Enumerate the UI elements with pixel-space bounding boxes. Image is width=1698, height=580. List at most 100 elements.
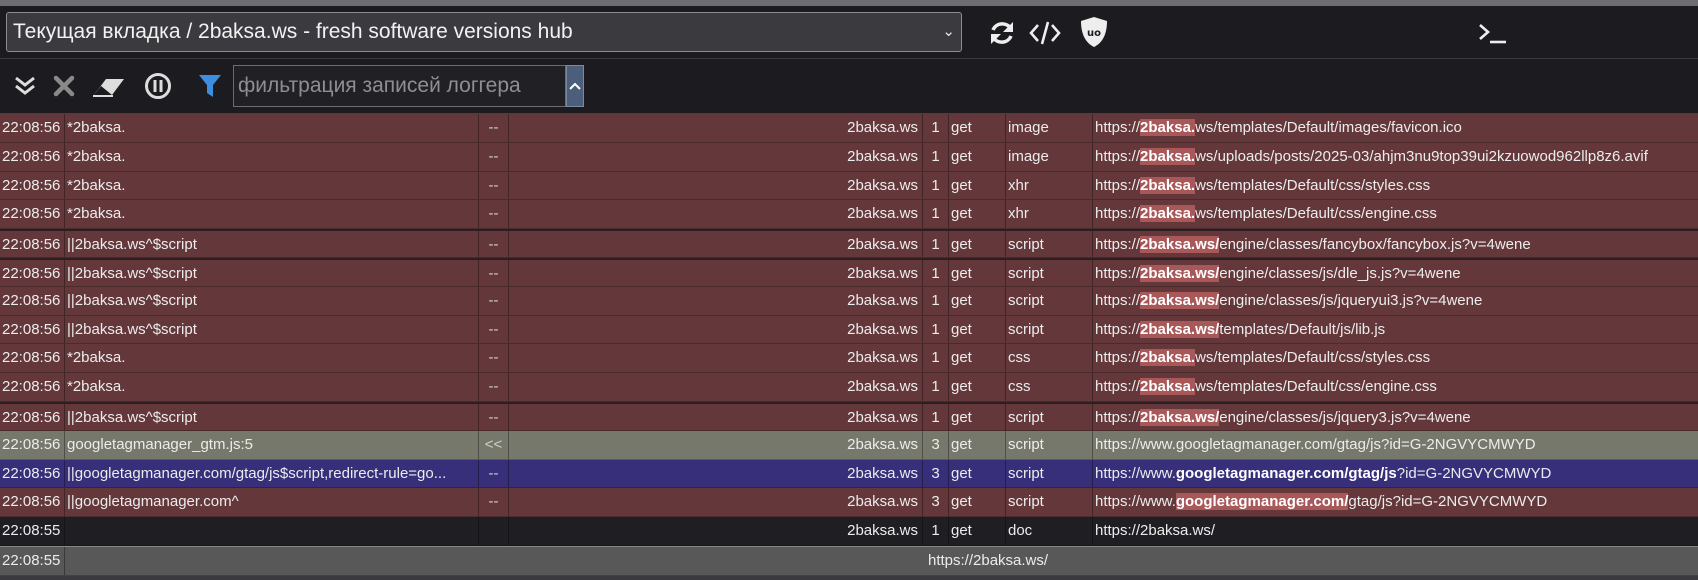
log-context: 2baksa.ws xyxy=(508,373,922,401)
log-context: 2baksa.ws xyxy=(508,403,922,430)
reload-icon[interactable] xyxy=(985,16,1019,50)
url-prefix: https:// xyxy=(1095,119,1141,136)
log-method: get xyxy=(948,459,1005,488)
log-flag: -- xyxy=(478,373,508,401)
log-context: 2baksa.ws xyxy=(508,231,922,257)
log-party: 1 xyxy=(922,373,948,401)
log-flag: -- xyxy=(478,114,508,142)
log-row[interactable]: 22:08:56 *2baksa. -- 2baksa.ws 1 get image http… xyxy=(0,142,1698,172)
url-match-highlight: 2baksa. xyxy=(1140,119,1196,136)
log-row[interactable]: 22:08:56 *2baksa. -- 2baksa.ws 1 get xhr https:… xyxy=(0,200,1698,230)
url-suffix: templates/Default/js/lib.js xyxy=(1219,320,1386,338)
log-row[interactable]: 22:08:56 *2baksa. -- 2baksa.ws 1 get css https:… xyxy=(0,373,1698,402)
log-time: 22:08:56 xyxy=(2,435,61,453)
log-flag: << xyxy=(478,430,508,459)
url-match-highlight: googletagmanager.com/ xyxy=(1175,493,1349,511)
log-url: https://www.googletagmanager.com/gtag/js… xyxy=(1092,488,1698,517)
url-prefix: https:// xyxy=(1095,205,1141,223)
log-url: https://2baksa.ws/engine/classes/js/dle_… xyxy=(1092,259,1698,286)
log-party: 1 xyxy=(922,142,948,171)
log-party: 1 xyxy=(922,259,948,286)
log-url: https://2baksa.ws/templates/Default/css/… xyxy=(1092,200,1698,229)
log-method: get xyxy=(948,403,1005,430)
log-row[interactable]: 22:08:56 *2baksa. -- 2baksa.ws 1 get image http… xyxy=(0,114,1698,143)
log-row[interactable]: 22:08:56 ||2baksa.ws^$script -- 2baksa.ws 1 g… xyxy=(0,401,1698,431)
log-row[interactable]: 22:08:56 ||2baksa.ws^$script -- 2baksa.ws 1 g… xyxy=(0,286,1698,316)
log-party: 1 xyxy=(922,286,948,315)
log-row[interactable]: 22:08:55 2baksa.ws 1 get doc https://2baksa.w… xyxy=(0,517,1698,546)
log-method: get xyxy=(948,200,1005,229)
log-party: 1 xyxy=(922,315,948,344)
log-time: 22:08:56 xyxy=(2,408,61,426)
url-prefix: https://www. xyxy=(1095,493,1176,511)
eraser-icon[interactable] xyxy=(90,71,128,101)
log-method: get xyxy=(948,344,1005,373)
url-match-highlight: 2baksa. xyxy=(1140,205,1196,223)
log-filter: *2baksa. xyxy=(64,373,478,401)
url-prefix: https:// xyxy=(1095,236,1141,254)
log-row[interactable]: 22:08:56 ||2baksa.ws^$script -- 2baksa.ws 1 g… xyxy=(0,257,1698,287)
log-filter: ||2baksa.ws^$script xyxy=(64,231,478,257)
log-context: 2baksa.ws xyxy=(508,315,922,344)
log-context: 2baksa.ws xyxy=(508,488,922,517)
navigation-row[interactable]: 22:08:55 https://2baksa.ws/ xyxy=(0,545,1698,576)
log-party: 3 xyxy=(922,430,948,459)
log-row[interactable]: 22:08:56 ||2baksa.ws^$script -- 2baksa.ws 1 g… xyxy=(0,229,1698,258)
url-match-highlight: 2baksa.ws/ xyxy=(1140,320,1220,338)
logger-filter-input[interactable] xyxy=(233,65,566,107)
log-row[interactable]: 22:08:56 ||googletagmanager.com^ -- 2baksa.… xyxy=(0,488,1698,518)
log-row[interactable]: 22:08:56 googletagmanager_gtm.js:5 << 2baks… xyxy=(0,430,1698,460)
log-flag xyxy=(478,517,508,545)
url-suffix: ws/templates/Default/css/styles.css xyxy=(1195,176,1431,194)
nav-time: 22:08:55 xyxy=(2,551,61,569)
url-suffix: engine/classes/js/jquery3.js?v=4wene xyxy=(1219,408,1471,426)
log-row[interactable]: 22:08:56 *2baksa. -- 2baksa.ws 1 get xhr https:… xyxy=(0,171,1698,201)
log-type: script xyxy=(1005,231,1092,257)
tab-selector-value: Текущая вкладка / 2baksa.ws - fresh soft… xyxy=(13,20,573,43)
log-time: 22:08:56 xyxy=(2,378,61,396)
url-match-highlight: 2baksa.ws/ xyxy=(1140,264,1220,282)
log-url: https://2baksa.ws/engine/classes/js/jque… xyxy=(1092,403,1698,430)
pause-icon[interactable] xyxy=(142,70,174,102)
filter-expander-button[interactable] xyxy=(566,65,584,107)
log-type: script xyxy=(1005,459,1092,488)
log-method: get xyxy=(948,114,1005,142)
tab-selector[interactable]: Текущая вкладка / 2baksa.ws - fresh soft… xyxy=(6,12,962,52)
ublock-logo-icon[interactable]: uo xyxy=(1079,15,1109,49)
url-suffix: gtag/js?id=G-2NGVYCMWYD xyxy=(1348,493,1548,511)
logger-toolbar: Текущая вкладка / 2baksa.ws - fresh soft… xyxy=(0,6,1698,59)
url-suffix: ws/templates/Default/css/engine.css xyxy=(1195,205,1437,223)
log-method: get xyxy=(948,517,1005,545)
url-match-highlight: 2baksa. xyxy=(1140,176,1196,194)
url-match-highlight: 2baksa.ws/ xyxy=(1140,291,1220,309)
url-prefix: https:// xyxy=(1095,349,1141,367)
log-method: get xyxy=(948,231,1005,257)
filter-icon[interactable] xyxy=(196,71,224,101)
log-time: 22:08:56 xyxy=(2,349,61,367)
log-context: 2baksa.ws xyxy=(508,114,922,142)
logger-entries: 22:08:56 *2baksa. -- 2baksa.ws 1 get image http… xyxy=(0,114,1698,576)
log-filter: *2baksa. xyxy=(64,114,478,142)
log-party: 1 xyxy=(922,200,948,229)
log-row[interactable]: 22:08:56 *2baksa. -- 2baksa.ws 1 get css https:… xyxy=(0,344,1698,374)
url-prefix: https:// xyxy=(1095,320,1141,338)
log-type: doc xyxy=(1005,517,1092,545)
log-url: https://2baksa.ws/templates/Default/js/l… xyxy=(1092,315,1698,344)
log-url: https://2baksa.ws/templates/Default/imag… xyxy=(1092,114,1698,142)
code-icon[interactable] xyxy=(1028,16,1062,50)
log-row[interactable]: 22:08:56 ||googletagmanager.com/gtag/js$s… xyxy=(0,459,1698,489)
log-row[interactable]: 22:08:56 ||2baksa.ws^$script -- 2baksa.ws 1 g… xyxy=(0,315,1698,345)
clear-icon[interactable] xyxy=(50,71,78,101)
url-prefix: https:// xyxy=(1095,408,1141,426)
terminal-icon[interactable] xyxy=(1475,18,1509,48)
log-flag: -- xyxy=(478,315,508,344)
log-time: 22:08:56 xyxy=(2,236,61,254)
expand-all-icon[interactable] xyxy=(11,71,39,101)
log-party: 1 xyxy=(922,517,948,545)
filter-toolbar xyxy=(0,59,1698,114)
log-filter: ||2baksa.ws^$script xyxy=(64,286,478,315)
log-party: 1 xyxy=(922,231,948,257)
log-filter: ||2baksa.ws^$script xyxy=(64,403,478,430)
log-url: https://2baksa.ws/templates/Default/css/… xyxy=(1092,373,1698,401)
log-time: 22:08:56 xyxy=(2,320,61,338)
